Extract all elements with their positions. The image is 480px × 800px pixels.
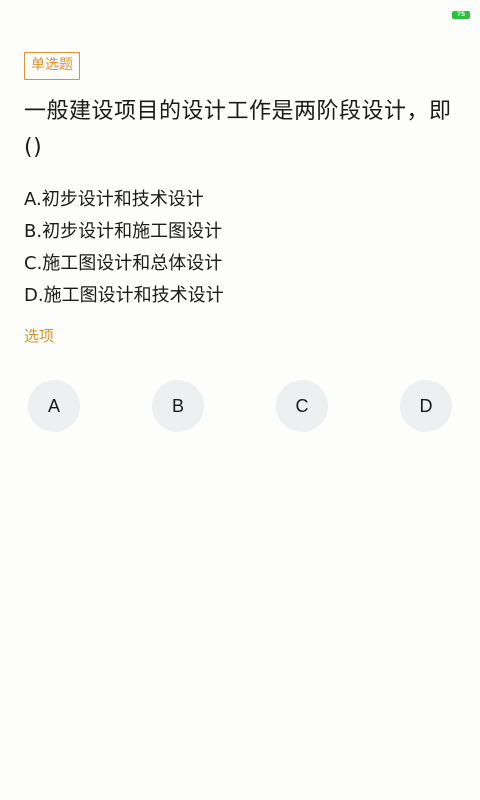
answer-choice-row: A B C D (0, 380, 480, 432)
option-list: A.初步设计和技术设计 B.初步设计和施工图设计 C.施工图设计和总体设计 D.… (24, 184, 456, 312)
option-a-text: A.初步设计和技术设计 (24, 189, 204, 210)
question-type-badge: 单选题 (24, 52, 80, 80)
choice-d-button[interactable]: D (400, 380, 452, 432)
status-bar: 75 (0, 0, 480, 30)
choice-c-button[interactable]: C (276, 380, 328, 432)
option-d-text: D.施工图设计和技术设计 (24, 285, 224, 306)
choice-a-button[interactable]: A (28, 380, 80, 432)
option-b-text: B.初步设计和施工图设计 (24, 221, 223, 242)
question-card: 单选题 一般建设项目的设计工作是两阶段设计，即() A.初步设计和技术设计 B.… (0, 30, 480, 346)
question-text: 一般建设项目的设计工作是两阶段设计，即() (24, 99, 452, 160)
choice-b-button[interactable]: B (152, 380, 204, 432)
option-c-text: C.施工图设计和总体设计 (24, 253, 223, 274)
choices-section-label: 选项 (24, 327, 55, 345)
battery-icon: 75 (452, 11, 470, 19)
